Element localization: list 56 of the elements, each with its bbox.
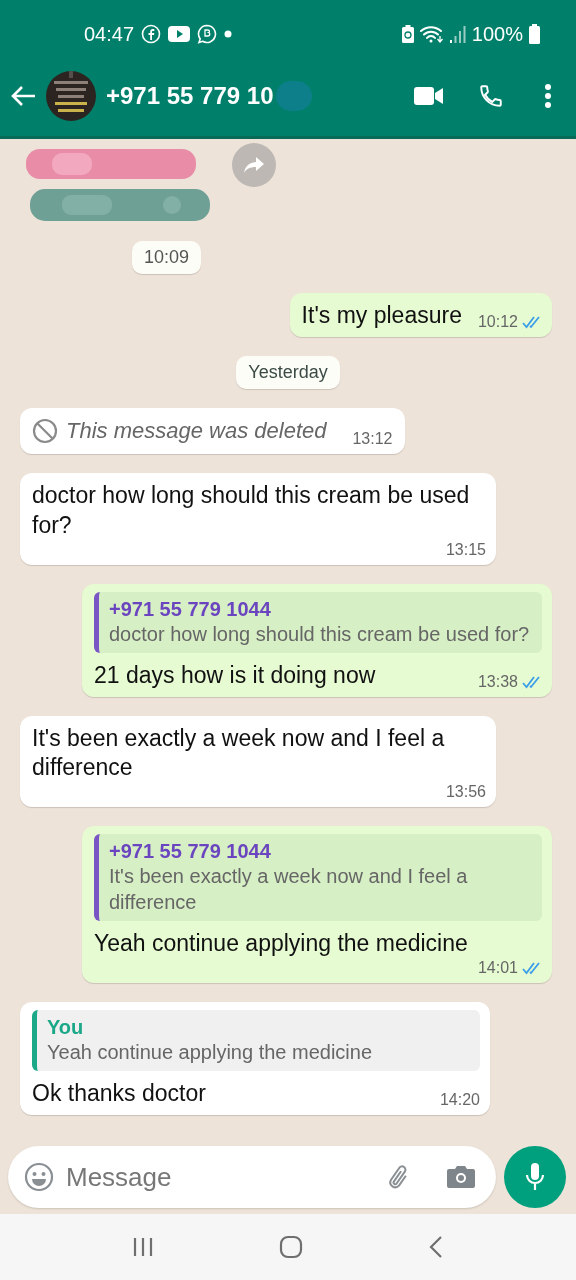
home-icon[interactable]: [279, 1235, 303, 1259]
quote-text: Yeah continue applying the medicine: [47, 1040, 374, 1066]
message-text: doctor how long should this cream be used for?: [32, 480, 471, 540]
message-bubble[interactable]: It's been exactly a week now and I feel a difference 13:56: [20, 715, 496, 808]
more-options-icon[interactable]: [544, 83, 552, 109]
message-bubble[interactable]: +971 55 779 1044 doctor how long should this cream be used for? 21 days how is it doing now 13:38: [82, 583, 552, 697]
phone-icon[interactable]: [478, 83, 504, 109]
video-call-icon[interactable]: [414, 86, 444, 106]
contact-name[interactable]: +971 55 779 10: [106, 82, 274, 110]
forward-icon: [243, 156, 265, 174]
dot-icon: [224, 30, 233, 38]
message-text: 21 days how is it doing now: [94, 660, 376, 690]
microphone-icon: [525, 1162, 545, 1192]
back-icon[interactable]: [10, 85, 36, 107]
business-chat-icon: [197, 24, 218, 44]
message-bubble[interactable]: doctor how long should this cream be used for? 13:15: [20, 472, 496, 565]
message-bubble[interactable]: You Yeah continue applying the medicine Ok thanks doctor 14:20: [20, 1002, 490, 1116]
quote-author: You: [47, 1016, 85, 1040]
quoted-message[interactable]: +971 55 779 1044 It's been exactly a week now and I feel a difference: [94, 834, 542, 922]
message-time: 13:38: [477, 672, 518, 691]
video-play-icon: [168, 26, 191, 42]
quoted-message[interactable]: +971 55 779 1044 doctor how long should this cream be used for?: [94, 591, 542, 653]
battery-percent: 100%: [471, 22, 523, 46]
status-time: 04:47: [84, 22, 135, 46]
date-chip: Yesterday: [236, 355, 340, 389]
deleted-message-bubble[interactable]: This message was deleted 13:12: [20, 407, 405, 454]
message-time: 14:01: [477, 959, 518, 978]
message-time: 13:15: [445, 540, 486, 559]
quote-text: doctor how long should this cream be used for?: [109, 621, 531, 647]
message-text: Ok thanks doctor: [32, 1079, 206, 1109]
deleted-text: This message was deleted: [66, 417, 327, 444]
message-bubble[interactable]: +971 55 779 1044 It's been exactly a week now and I feel a difference Yeah continue applying the medicine 14:01: [82, 826, 552, 984]
message-time: 13:56: [445, 783, 486, 802]
message-text: Yeah continue applying the medicine: [94, 929, 468, 959]
emoji-icon[interactable]: [24, 1162, 54, 1192]
signal-icon: [449, 25, 466, 43]
battery-saver-icon: [401, 25, 414, 43]
message-text: It's been exactly a week now and I feel a difference: [32, 723, 446, 783]
quote-author: +971 55 779 1044: [109, 840, 272, 864]
message-time: 14:20: [439, 1091, 480, 1110]
facebook-icon: [141, 24, 162, 44]
recent-apps-icon[interactable]: [132, 1236, 155, 1258]
message-text: It's my pleasure: [301, 301, 462, 330]
message-time: 10:12: [477, 312, 518, 331]
camera-icon[interactable]: [446, 1164, 476, 1190]
quoted-message[interactable]: You Yeah continue applying the medicine: [32, 1010, 480, 1072]
blocked-icon: [32, 417, 58, 444]
battery-icon: [529, 24, 540, 44]
quote-text: It's been exactly a week now and I feel a difference: [109, 864, 469, 916]
message-bubble[interactable]: It's my pleasure 10:12: [289, 293, 552, 337]
message-time: 13:12: [352, 429, 393, 448]
back-icon[interactable]: [427, 1235, 444, 1259]
wifi-icon: [419, 25, 444, 43]
sticker-time: 10:09: [132, 241, 202, 274]
quote-author: +971 55 779 1044: [109, 597, 272, 621]
message-field[interactable]: Message: [8, 1146, 496, 1208]
